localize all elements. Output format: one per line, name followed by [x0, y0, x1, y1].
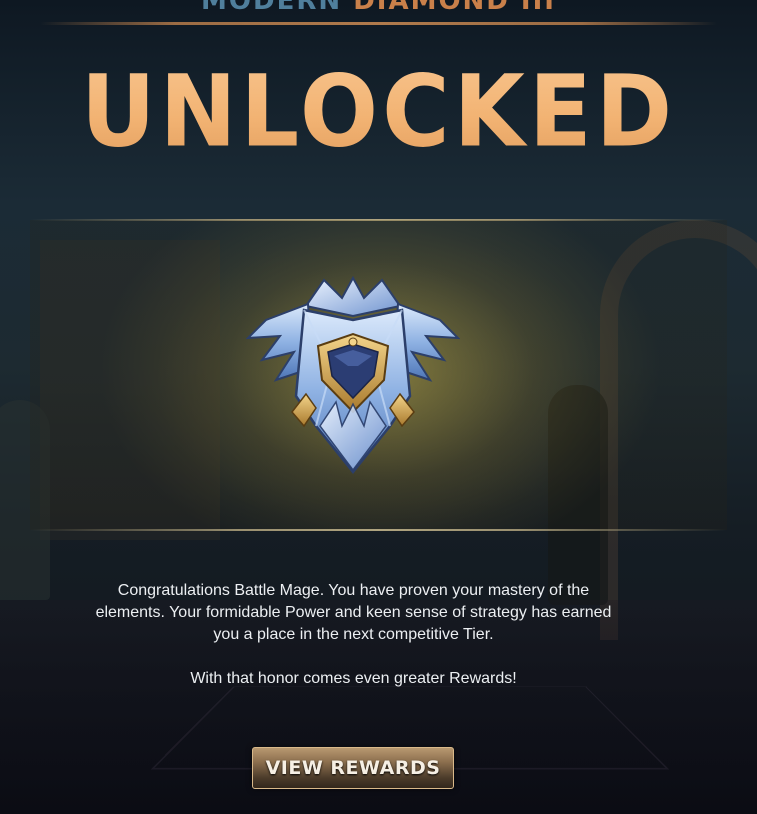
band-divider-bottom	[30, 529, 727, 531]
unlock-message: Congratulations Battle Mage. You have pr…	[90, 580, 617, 690]
league-tier: DIAMOND III	[353, 0, 556, 16]
league-name: MODERN	[201, 0, 343, 16]
diamond-league-shield-icon	[246, 276, 460, 474]
unlocked-title: UNLOCKED	[0, 62, 757, 161]
message-paragraph: Congratulations Battle Mage. You have pr…	[95, 582, 612, 643]
header-divider	[40, 22, 717, 25]
view-rewards-label: VIEW REWARDS	[265, 757, 441, 779]
message-paragraph: With that honor comes even greater Rewar…	[190, 670, 517, 687]
league-heading: MODERN DIAMOND III	[0, 0, 757, 16]
view-rewards-button[interactable]: VIEW REWARDS	[252, 747, 454, 789]
